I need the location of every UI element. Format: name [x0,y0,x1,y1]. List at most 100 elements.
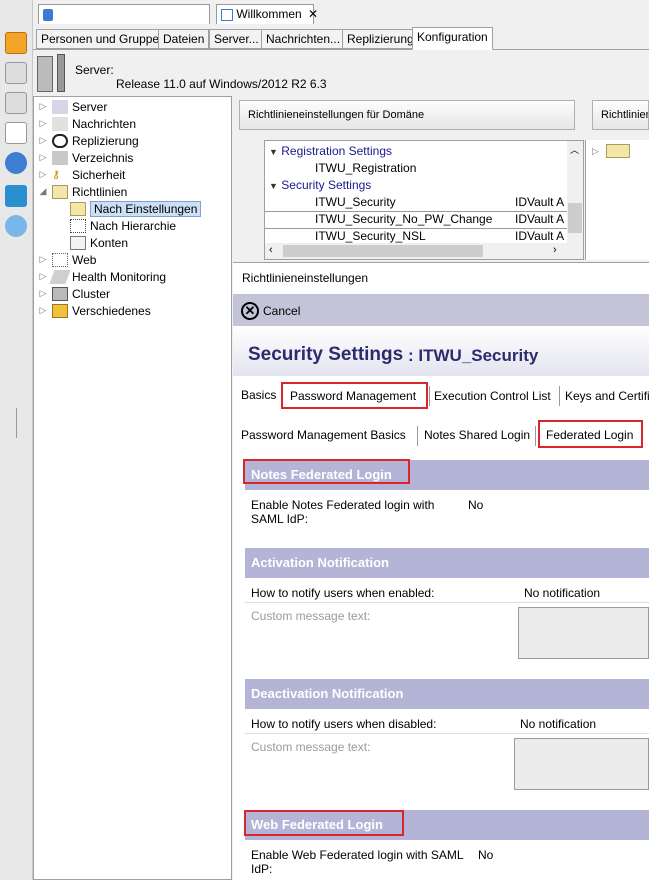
web-icon [52,252,68,267]
enable-notes-federated-value[interactable]: No [468,498,483,512]
close-icon[interactable]: ✕ [308,7,318,21]
tree-item-nachrichten[interactable]: ▷ Nachrichten [38,115,136,132]
directory-icon [52,150,68,165]
subtab-notes-shared-login[interactable]: Notes Shared Login [424,428,530,442]
policy-row[interactable]: ITWU_Security_No_PW_Change IDVault A [265,212,567,229]
policy-hierarchy-header[interactable]: Richtlinienh [592,100,649,130]
web-page-icon[interactable] [5,122,27,144]
scroll-right-icon[interactable]: › [553,244,557,256]
custom-message-textarea[interactable] [518,607,649,659]
tab-basics[interactable]: Basics [241,388,276,402]
tab-admin-server[interactable] [38,4,210,24]
tree-item-verschiedenes[interactable]: ▷ Verschiedenes [38,302,151,319]
tree-item-replizierung[interactable]: ▷ Replizierung [38,132,139,149]
server-icon [52,99,68,114]
admin-tab-bar: Personen und Gruppen Dateien Server... N… [33,26,649,50]
tree-item-nach-hierarchie[interactable]: Nach Hierarchie [70,217,176,234]
document-title: Security Settings [248,344,404,365]
group-registration-settings[interactable]: ▼ Registration Settings [269,144,392,161]
highlight-web-federated-login [244,810,404,836]
expand-arrow-icon[interactable]: ▷ [38,169,48,180]
tree-item-verzeichnis[interactable]: ▷ Verzeichnis [38,149,133,166]
collapse-arrow-icon[interactable]: ▼ [269,181,278,191]
cluster-icon [52,286,68,301]
tree-item-richtlinien[interactable]: ◢ Richtlinien [38,183,127,200]
tab-willkommen[interactable]: Willkommen ✕ [216,4,318,24]
settings-view-icon [70,201,86,216]
policy-root-icon[interactable] [606,144,630,158]
tab-konfiguration[interactable]: Konfiguration [412,27,493,50]
admin-icon [43,8,53,21]
tab-keys-and-certificates[interactable]: Keys and Certifi [565,389,649,403]
scroll-thumb[interactable] [283,245,483,257]
settings-pane-header: Richtlinieneinstellungen [233,262,649,294]
expand-arrow-icon[interactable]: ▷ [38,254,48,265]
health-icon [49,269,71,284]
custom-message-label: Custom message text: [251,609,371,623]
pane-title: Richtlinieneinstellungen [242,271,369,285]
expand-arrow-icon[interactable]: ▷ [38,288,48,299]
subtab-password-management-basics[interactable]: Password Management Basics [241,428,406,442]
tab-personen-und-gruppen[interactable]: Personen und Gruppen [36,29,171,49]
document-subtitle: : ITWU_Security [408,346,539,365]
enable-web-federated-value[interactable]: No [478,848,493,862]
accounts-icon [70,235,86,250]
tab-server[interactable]: Server... [209,29,264,49]
expand-arrow-icon[interactable]: ▷ [592,146,599,157]
splitter-grip[interactable] [16,408,17,438]
policy-list-header[interactable]: Richtlinieneinstellungen für Domäne [239,100,575,130]
tree-item-cluster[interactable]: ▷ Cluster [38,285,110,302]
folder-icon [52,303,68,318]
server-icon [37,56,53,92]
document-tab-bar: Willkommen ✕ [33,0,649,26]
scroll-left-icon[interactable]: ‹ [269,244,273,256]
collapse-arrow-icon[interactable]: ◢ [38,186,48,197]
people-icon[interactable] [5,152,27,174]
cancel-icon: ✕ [241,302,259,320]
document-title-bar: Security Settings : ITWU_Security [233,326,649,376]
horizontal-scrollbar[interactable]: ‹ › [265,243,583,259]
collapse-arrow-icon[interactable]: ▼ [269,147,278,157]
chat-icon[interactable] [5,215,27,237]
replication-icon[interactable] [5,185,27,207]
highlight-federated-login [538,420,643,448]
tab-dateien[interactable]: Dateien [158,29,210,49]
documents-icon[interactable] [5,62,27,84]
tree-item-konten[interactable]: Konten [70,234,128,251]
policy-row[interactable]: ITWU_Security IDVault A [265,195,567,212]
notify-disabled-label: How to notify users when disabled: [251,717,437,731]
scroll-up-icon[interactable]: ︿ [570,143,579,156]
tab-nachrichten[interactable]: Nachrichten... [261,29,346,49]
scroll-thumb[interactable] [568,203,582,233]
notify-disabled-value[interactable]: No notification [520,717,596,731]
custom-message-textarea-2[interactable] [514,738,649,790]
group-security-settings[interactable]: ▼ Security Settings [269,178,371,195]
expand-arrow-icon[interactable]: ▷ [38,271,48,282]
hierarchy-panel: ▷ [585,140,649,260]
cancel-button[interactable]: ✕ Cancel [241,300,300,322]
tree-item-sicherheit[interactable]: ▷ ⚷ Sicherheit [38,166,126,183]
tree-item-web[interactable]: ▷ Web [38,251,96,268]
expand-arrow-icon[interactable]: ▷ [38,118,48,129]
tab-replizierung[interactable]: Replizierung [342,29,419,49]
policies-icon [52,184,68,199]
expand-arrow-icon[interactable]: ▷ [38,305,48,316]
database-icon[interactable] [5,92,27,114]
notify-disabled-row: How to notify users when disabled: No no… [245,716,649,734]
expand-arrow-icon[interactable]: ▷ [38,101,48,112]
tree-item-server[interactable]: ▷ Server [38,98,107,115]
expand-arrow-icon[interactable]: ▷ [38,152,48,163]
tab-execution-control-list[interactable]: Execution Control List [434,389,551,403]
bookmark-folder-icon[interactable] [5,32,27,54]
hierarchy-icon [70,218,86,233]
welcome-icon [221,8,233,21]
section-deactivation-notification: Deactivation Notification [245,679,649,709]
policy-row[interactable]: ITWU_Registration [315,161,416,178]
section-activation-notification: Activation Notification [245,548,649,578]
expand-arrow-icon[interactable]: ▷ [38,135,48,146]
vertical-scrollbar[interactable]: ︿ [567,141,583,243]
tree-item-health-monitoring[interactable]: ▷ Health Monitoring [38,268,166,285]
notify-enabled-value[interactable]: No notification [524,586,600,600]
tree-item-nach-einstellungen[interactable]: Nach Einstellungen [70,200,202,217]
server-header: Server: Release 11.0 auf Windows/2012 R2… [33,50,649,96]
